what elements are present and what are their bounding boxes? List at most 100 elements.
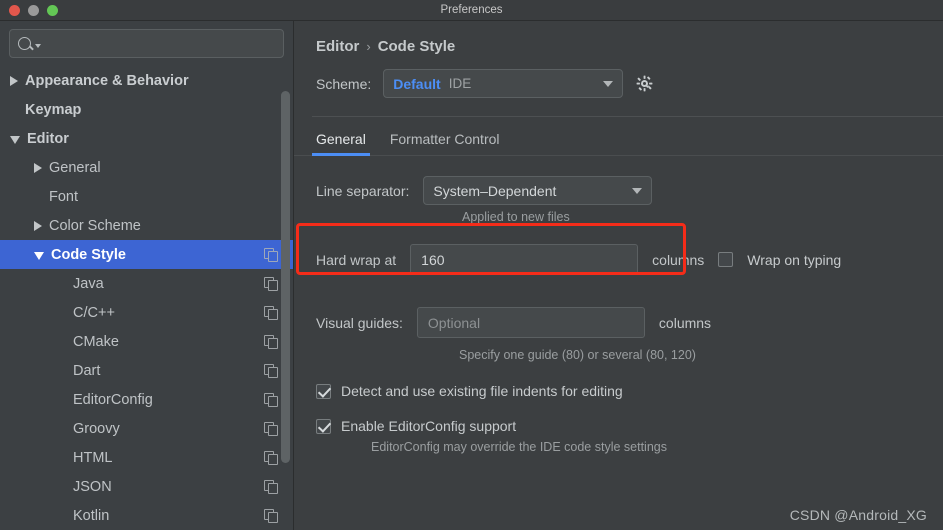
search-input[interactable] <box>44 36 275 51</box>
sidebar-item-editorconfig[interactable]: EditorConfig <box>0 385 293 414</box>
hard-wrap-value: 160 <box>421 251 445 268</box>
copy-scheme-icon[interactable] <box>264 248 278 262</box>
chevron-right-icon[interactable] <box>34 162 42 173</box>
line-separator-row: Line separator: System–Dependent <box>316 176 943 205</box>
sidebar-item-groovy[interactable]: Groovy <box>0 414 293 443</box>
sidebar-item-label: Appearance & Behavior <box>25 72 189 89</box>
copy-scheme-icon[interactable] <box>264 393 278 407</box>
sidebar-item-font[interactable]: Font <box>0 182 293 211</box>
watermark: CSDN @Android_XG <box>789 507 927 523</box>
chevron-right-icon[interactable] <box>10 75 18 86</box>
sidebar-search-wrap <box>0 21 293 64</box>
preferences-window: Preferences Appearance & Behavior Keymap E… <box>0 0 943 530</box>
copy-scheme-icon[interactable] <box>264 306 278 320</box>
sidebar-item-label: C/C++ <box>73 304 115 321</box>
settings-tree: Appearance & Behavior Keymap Editor General… <box>0 64 293 530</box>
chevron-right-icon[interactable] <box>34 220 42 231</box>
chevron-down-icon[interactable] <box>10 135 20 144</box>
copy-scheme-icon[interactable] <box>264 422 278 436</box>
sidebar-item-general[interactable]: General <box>0 153 293 182</box>
sidebar-scrollbar[interactable] <box>281 91 290 463</box>
tab-general[interactable]: General <box>312 131 370 156</box>
sidebar-item-dart[interactable]: Dart <box>0 356 293 385</box>
header-divider <box>312 116 943 117</box>
settings-main-panel: Editor › Code Style Scheme: Default IDE <box>294 21 943 530</box>
sidebar-item-java[interactable]: Java <box>0 269 293 298</box>
sidebar-item-appearance-behavior[interactable]: Appearance & Behavior <box>0 66 293 95</box>
minimize-button[interactable] <box>28 4 39 16</box>
visual-guides-placeholder: Optional <box>427 314 481 331</box>
chevron-down-icon[interactable] <box>34 251 44 260</box>
editorconfig-support-label[interactable]: Enable EditorConfig support <box>341 418 516 434</box>
editorconfig-support-checkbox[interactable] <box>316 418 331 434</box>
breadcrumb: Editor › Code Style <box>316 21 943 55</box>
sidebar-item-editor[interactable]: Editor <box>0 124 293 153</box>
tab-formatter-control[interactable]: Formatter Control <box>390 131 500 156</box>
gear-icon[interactable] <box>635 74 654 93</box>
detect-indents-label[interactable]: Detect and use existing file indents for… <box>341 383 623 399</box>
sidebar-item-label: General <box>49 159 101 176</box>
editorconfig-support-row: Enable EditorConfig support <box>316 418 943 434</box>
visual-guides-row: Visual guides: Optional columns <box>316 307 943 338</box>
scheme-dropdown[interactable]: Default IDE <box>383 69 624 98</box>
sidebar-scrollbar-thumb[interactable] <box>281 91 290 463</box>
zoom-button[interactable] <box>47 4 58 16</box>
search-box[interactable] <box>9 29 284 58</box>
sidebar-item-label: Java <box>73 275 104 292</box>
title-bar: Preferences <box>0 0 943 21</box>
sidebar-item-kotlin[interactable]: Kotlin <box>0 501 293 530</box>
copy-scheme-icon[interactable] <box>264 451 278 465</box>
sidebar-item-json[interactable]: JSON <box>0 472 293 501</box>
window-controls <box>0 4 58 16</box>
close-button[interactable] <box>9 4 20 16</box>
visual-guides-input[interactable]: Optional <box>416 307 645 338</box>
scheme-row: Scheme: Default IDE <box>316 69 943 98</box>
sidebar-item-label: Color Scheme <box>49 217 141 234</box>
chevron-down-icon <box>632 187 643 194</box>
visual-guides-unit: columns <box>658 314 712 331</box>
sidebar-item-label: Code Style <box>51 246 126 263</box>
scheme-source: IDE <box>448 76 472 91</box>
scheme-label: Scheme: <box>316 75 372 92</box>
sidebar-item-label: EditorConfig <box>73 391 153 408</box>
wrap-on-typing-label[interactable]: Wrap on typing <box>747 252 841 268</box>
sidebar-item-cmake[interactable]: CMake <box>0 327 293 356</box>
sidebar-item-code-style[interactable]: Code Style <box>0 240 293 269</box>
sidebar-item-c-c[interactable]: C/C++ <box>0 298 293 327</box>
detect-indents-checkbox[interactable] <box>316 383 331 399</box>
copy-scheme-icon[interactable] <box>264 277 278 291</box>
line-separator-hint: Applied to new files <box>462 210 570 224</box>
editorconfig-support-sublabel: EditorConfig may override the IDE code s… <box>371 440 667 454</box>
copy-scheme-icon[interactable] <box>264 509 278 523</box>
copy-scheme-icon[interactable] <box>264 480 278 494</box>
wrap-on-typing-checkbox[interactable] <box>718 252 734 267</box>
hard-wrap-input[interactable]: 160 <box>410 244 639 275</box>
sidebar-item-keymap[interactable]: Keymap <box>0 95 293 124</box>
line-separator-dropdown[interactable]: System–Dependent <box>423 176 653 205</box>
copy-scheme-icon[interactable] <box>264 364 278 378</box>
copy-scheme-icon[interactable] <box>264 335 278 349</box>
line-separator-label: Line separator: <box>316 182 410 199</box>
detect-indents-row: Detect and use existing file indents for… <box>316 383 943 399</box>
scheme-name: Default <box>393 75 441 92</box>
search-icon <box>18 37 31 50</box>
chevron-down-icon <box>603 80 614 87</box>
breadcrumb-parent[interactable]: Editor <box>316 38 359 55</box>
sidebar-item-color-scheme[interactable]: Color Scheme <box>0 211 293 240</box>
window-title: Preferences <box>440 4 503 16</box>
sidebar-item-label: Editor <box>27 130 69 147</box>
breadcrumb-separator: › <box>366 39 371 54</box>
visual-guides-label: Visual guides: <box>316 314 403 331</box>
sidebar-item-html[interactable]: HTML <box>0 443 293 472</box>
chevron-down-icon[interactable] <box>35 43 41 48</box>
